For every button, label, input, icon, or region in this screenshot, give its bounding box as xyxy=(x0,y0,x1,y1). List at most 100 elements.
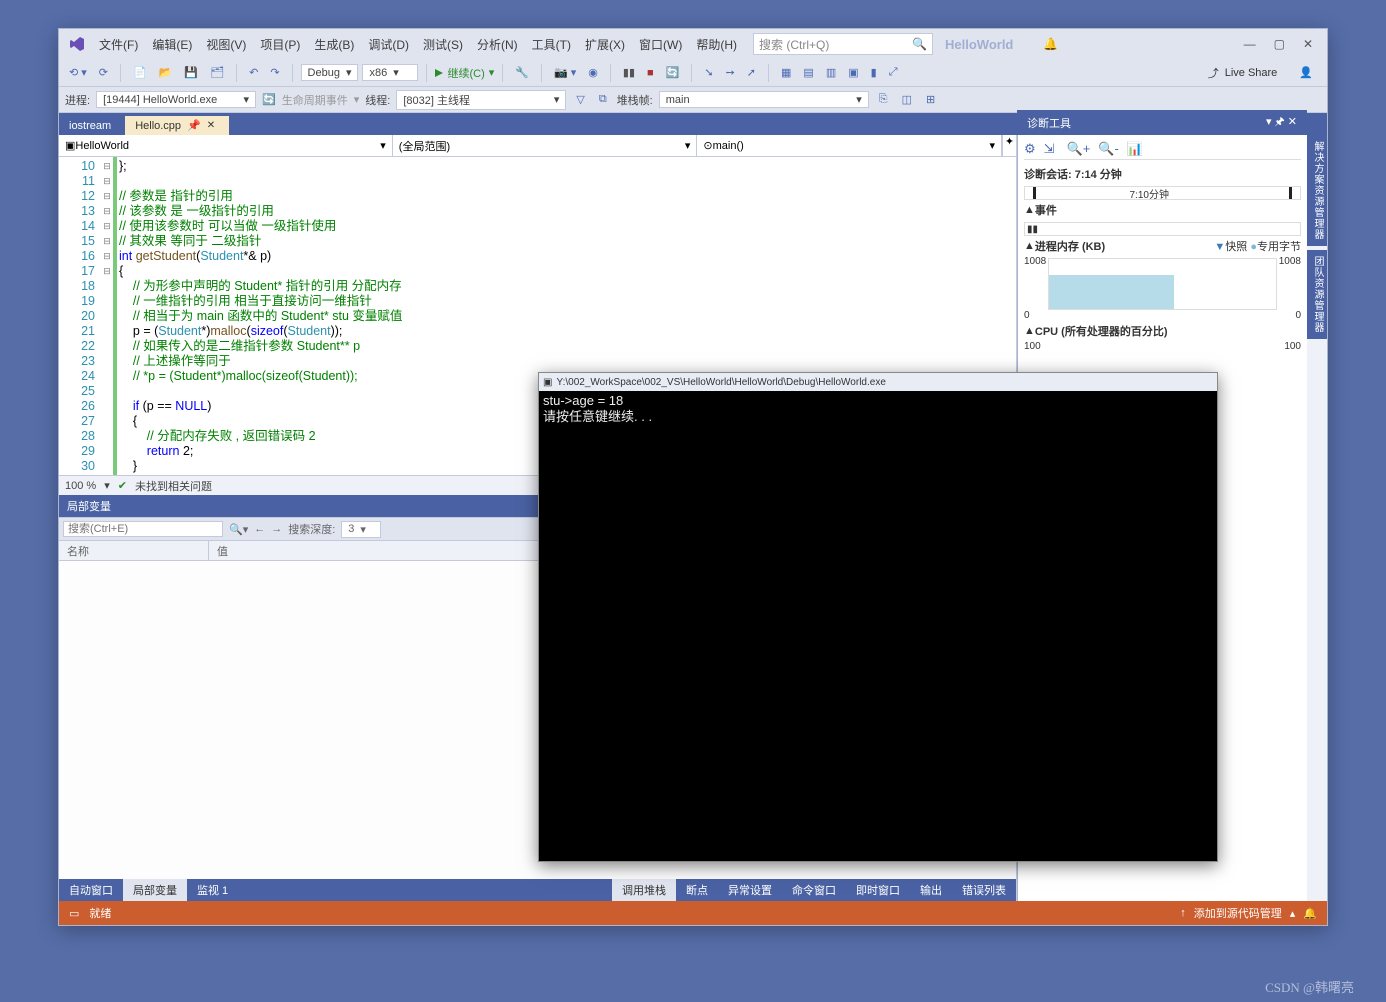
menu-item[interactable]: 视图(V) xyxy=(200,32,252,57)
tab-callstack[interactable]: 调用堆栈 xyxy=(612,879,676,901)
split-icon[interactable]: ✦ xyxy=(1002,135,1016,156)
camera-icon[interactable]: 📷 ▾ xyxy=(550,64,580,81)
search-input[interactable]: 搜索 (Ctrl+Q) 🔍 xyxy=(753,33,933,55)
nav-member[interactable]: ⊙ main()▾ xyxy=(697,135,1002,156)
nav-project[interactable]: ▣ HelloWorld▾ xyxy=(59,135,393,156)
save-icon[interactable]: 💾 xyxy=(180,64,202,81)
undo-icon[interactable]: ↶ xyxy=(245,64,262,81)
misc2-icon[interactable]: ◫ xyxy=(898,91,916,108)
circle-icon[interactable]: ◉ xyxy=(584,64,602,81)
close-button[interactable]: ✕ xyxy=(1303,37,1313,51)
team-explorer-tab[interactable]: 团队资源管理器 xyxy=(1307,250,1327,339)
tab-iostream[interactable]: iostream xyxy=(59,117,125,135)
window6-icon[interactable]: ⤢ xyxy=(885,64,902,81)
process-dropdown[interactable]: [19444] HelloWorld.exe▾ xyxy=(96,91,256,108)
misc1-icon[interactable]: ⎘ xyxy=(875,91,892,108)
solution-explorer-tab[interactable]: 解决方案资源管理器 xyxy=(1307,135,1327,246)
diag-events[interactable]: ▲事件 xyxy=(1024,200,1301,220)
notifications-icon[interactable]: 🔔 xyxy=(1303,907,1317,920)
step-into-icon[interactable]: ➘ xyxy=(700,64,717,81)
tool-icon[interactable]: 🔧 xyxy=(511,64,533,81)
memory-graph[interactable] xyxy=(1048,258,1277,310)
tab-locals[interactable]: 局部变量 xyxy=(123,879,187,901)
depth-label: 搜索深度: xyxy=(288,521,335,537)
maximize-button[interactable]: ▢ xyxy=(1274,37,1285,51)
misc3-icon[interactable]: ⊞ xyxy=(922,91,939,108)
nav-back-icon[interactable]: ⟲ ▾ xyxy=(65,64,91,81)
live-share-icon[interactable]: ⤴ xyxy=(1208,65,1219,81)
menu-item[interactable]: 文件(F) xyxy=(93,32,144,57)
watermark: CSDN @韩曙亮 xyxy=(1265,977,1354,996)
menu-item[interactable]: 测试(S) xyxy=(417,32,469,57)
feedback-icon[interactable]: 🔔 xyxy=(1043,37,1058,51)
window2-icon[interactable]: ▤ xyxy=(799,64,817,81)
window5-icon[interactable]: ▮ xyxy=(867,64,881,81)
zoom-level[interactable]: 100 % xyxy=(65,480,96,492)
tab-exceptions[interactable]: 异常设置 xyxy=(718,879,782,901)
nav-fwd-icon[interactable]: ⟳ xyxy=(95,64,112,81)
config-dropdown[interactable]: Debug▾ xyxy=(301,64,359,81)
menu-item[interactable]: 扩展(X) xyxy=(579,32,631,57)
menu-item[interactable]: 工具(T) xyxy=(526,32,577,57)
redo-icon[interactable]: ↷ xyxy=(266,64,283,81)
tab-watch1[interactable]: 监视 1 xyxy=(187,879,238,901)
stackframe-dropdown[interactable]: main▾ xyxy=(659,91,869,108)
minimize-button[interactable]: — xyxy=(1244,37,1256,51)
step-out-icon[interactable]: ➚ xyxy=(743,64,760,81)
continue-button[interactable]: 继续(C) ▾ xyxy=(435,65,494,81)
search-icon[interactable]: 🔍▾ xyxy=(229,523,248,536)
depth-dropdown[interactable]: 3▾ xyxy=(341,521,381,538)
tab-breakpoints[interactable]: 断点 xyxy=(676,879,718,901)
issues-text: 未找到相关问题 xyxy=(135,478,212,494)
menu-item[interactable]: 生成(B) xyxy=(308,32,360,57)
tab-command[interactable]: 命令窗口 xyxy=(782,879,846,901)
close-icon[interactable]: ✕ xyxy=(207,120,215,131)
window4-icon[interactable]: ▣ xyxy=(844,64,862,81)
toolbar-main: ⟲ ▾ ⟳ 📄 📂 💾 🗂 ↶ ↷ Debug▾ x86▾ 继续(C) ▾ 🔧 … xyxy=(59,59,1327,87)
diag-memory[interactable]: ▲进程内存 (KB) ▼快照 ●专用字节 xyxy=(1024,236,1301,256)
live-share-button[interactable]: Live Share xyxy=(1225,67,1278,79)
menu-item[interactable]: 帮助(H) xyxy=(690,32,743,57)
step-over-icon[interactable]: ➙ xyxy=(722,64,739,81)
restart-icon[interactable]: 🔄 xyxy=(662,64,684,81)
menu-item[interactable]: 调试(D) xyxy=(362,32,415,57)
window-icon[interactable]: ▦ xyxy=(777,64,795,81)
add-source-control[interactable]: 添加到源代码管理 xyxy=(1194,905,1282,921)
platform-dropdown[interactable]: x86▾ xyxy=(362,64,418,81)
menu-item[interactable]: 编辑(E) xyxy=(146,32,198,57)
zoom-out-icon[interactable]: 🔍- xyxy=(1098,141,1119,157)
tab-output[interactable]: 输出 xyxy=(910,879,952,901)
filter-icon[interactable]: ▽ xyxy=(572,91,588,108)
locals-search-input[interactable] xyxy=(63,521,223,537)
saveall-icon[interactable]: 🗂 xyxy=(206,64,228,81)
menu-item[interactable]: 窗口(W) xyxy=(633,32,688,57)
timeline-track[interactable]: 7:10分钟 xyxy=(1024,186,1301,200)
account-icon[interactable]: 👤 xyxy=(1299,66,1313,79)
tab-errors[interactable]: 错误列表 xyxy=(952,879,1016,901)
menu-item[interactable]: 分析(N) xyxy=(471,32,524,57)
nav-scope[interactable]: (全局范围)▾ xyxy=(393,135,698,156)
events-track[interactable]: ▮▮ xyxy=(1024,222,1301,236)
chart-icon[interactable]: 📊 xyxy=(1127,141,1143,157)
vs-logo-icon xyxy=(69,36,85,52)
tab-immediate[interactable]: 即时窗口 xyxy=(846,879,910,901)
stop-icon[interactable]: ■ xyxy=(643,65,658,81)
zoom-in-icon[interactable]: 🔍+ xyxy=(1067,141,1091,157)
titlebar: 文件(F)编辑(E)视图(V)项目(P)生成(B)调试(D)测试(S)分析(N)… xyxy=(59,29,1327,59)
gear-icon[interactable]: ⚙ xyxy=(1024,141,1036,157)
window3-icon[interactable]: ▥ xyxy=(822,64,840,81)
export-icon[interactable]: ⇲ xyxy=(1044,141,1055,157)
thread-dropdown[interactable]: [8032] 主线程▾ xyxy=(396,90,566,110)
pause-icon[interactable]: ▮▮ xyxy=(619,64,639,81)
lifecycle-icon[interactable]: 🔄 xyxy=(262,93,276,106)
tab-hello-cpp[interactable]: Hello.cpp 📌 ✕ xyxy=(125,116,229,135)
tab-auto[interactable]: 自动窗口 xyxy=(59,879,123,901)
new-icon[interactable]: 📄 xyxy=(129,64,151,81)
diag-cpu[interactable]: ▲CPU (所有处理器的百分比) xyxy=(1024,321,1301,341)
pin-icon[interactable]: 📌 xyxy=(187,119,201,132)
menu-item[interactable]: 项目(P) xyxy=(254,32,306,57)
open-icon[interactable]: 📂 xyxy=(155,64,177,81)
statusbar: ▭ 就绪 ↑ 添加到源代码管理▴ 🔔 xyxy=(59,901,1327,925)
console-window[interactable]: ▣ Y:\002_WorkSpace\002_VS\HelloWorld\Hel… xyxy=(538,372,1218,862)
threads-icon[interactable]: ⧉ xyxy=(595,91,611,108)
